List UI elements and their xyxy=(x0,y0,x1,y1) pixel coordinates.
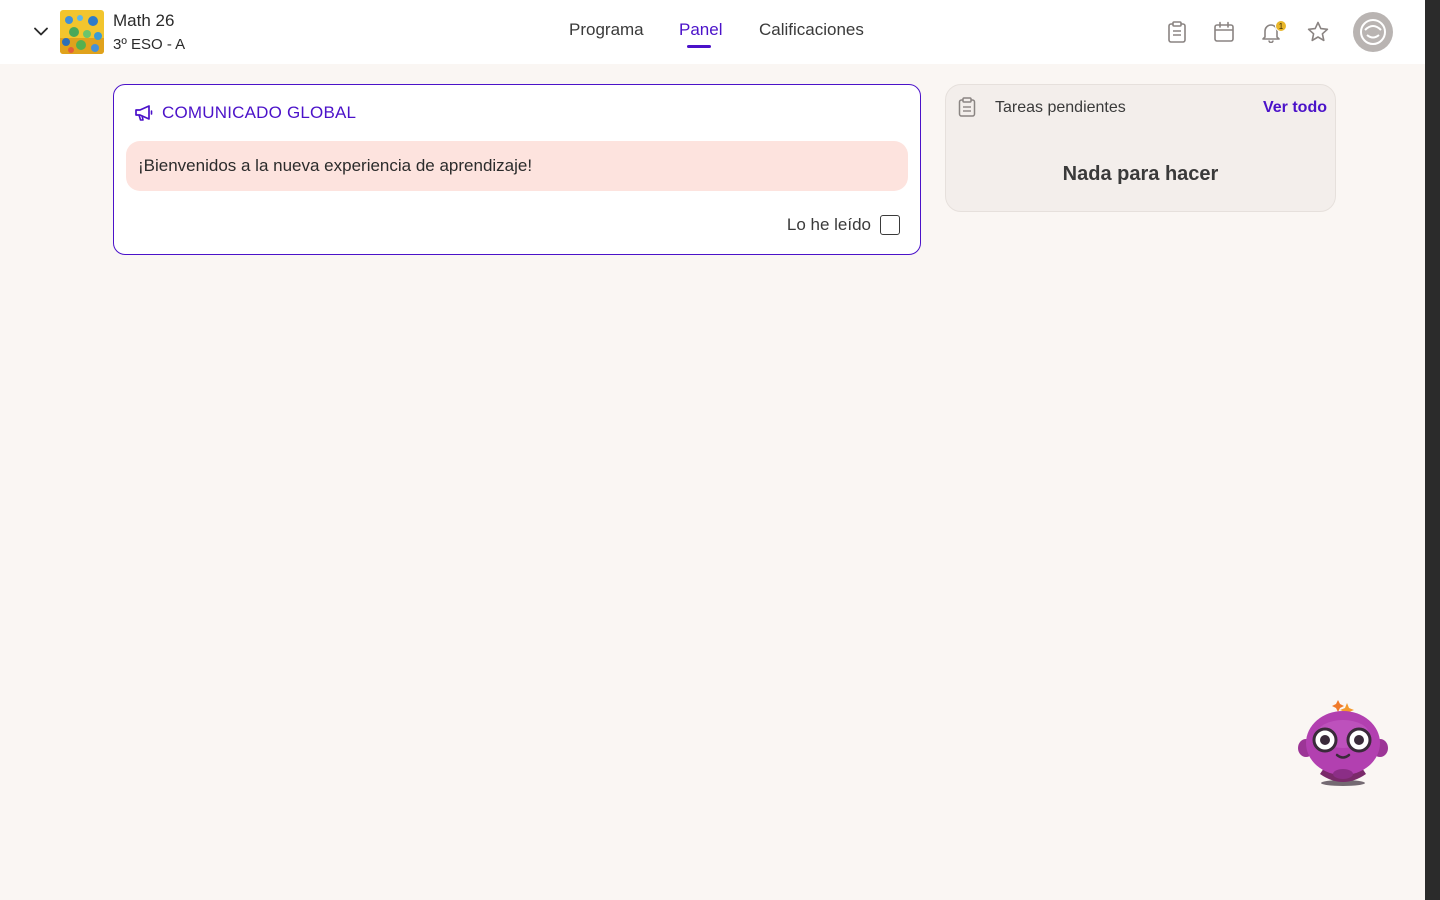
empty-tasks-message: Nada para hacer xyxy=(1062,163,1219,185)
top-bar: Math 26 3º ESO - A Programa Panel Califi… xyxy=(0,0,1425,64)
announcement-header: COMUNICADO GLOBAL xyxy=(134,103,356,123)
clipboard-icon xyxy=(958,97,976,117)
avatar-icon xyxy=(1360,19,1386,45)
announcement-title: COMUNICADO GLOBAL xyxy=(162,103,357,122)
star-icon[interactable] xyxy=(1305,19,1331,45)
user-avatar[interactable] xyxy=(1353,12,1393,52)
mark-as-read-checkbox[interactable] xyxy=(880,215,900,235)
global-announcement-card: COMUNICADO GLOBAL ¡Bienvenidos a la nuev… xyxy=(113,84,921,255)
mark-as-read-label: Lo he leído xyxy=(786,215,871,234)
tab-panel[interactable]: Panel xyxy=(679,20,722,40)
megaphone-icon xyxy=(135,105,153,121)
announcement-message: ¡Bienvenidos a la nueva experiencia de a… xyxy=(126,141,908,191)
notification-badge: 1 xyxy=(1275,20,1287,32)
pending-tasks-title: Tareas pendientes xyxy=(995,99,1126,116)
active-tab-indicator xyxy=(687,45,711,48)
calendar-icon[interactable] xyxy=(1211,19,1237,45)
window-edge xyxy=(1425,0,1440,900)
mark-as-read-control[interactable]: Lo he leído xyxy=(787,215,900,235)
clipboard-icon[interactable] xyxy=(1164,19,1190,45)
tab-calificaciones[interactable]: Calificaciones xyxy=(759,20,864,40)
view-all-link[interactable]: Ver todo xyxy=(1263,99,1327,117)
pending-tasks-card: Tareas pendientes Ver todo Nada para hac… xyxy=(945,84,1336,212)
tab-programa[interactable]: Programa xyxy=(569,20,644,40)
assistant-robot-button[interactable] xyxy=(1296,698,1390,788)
